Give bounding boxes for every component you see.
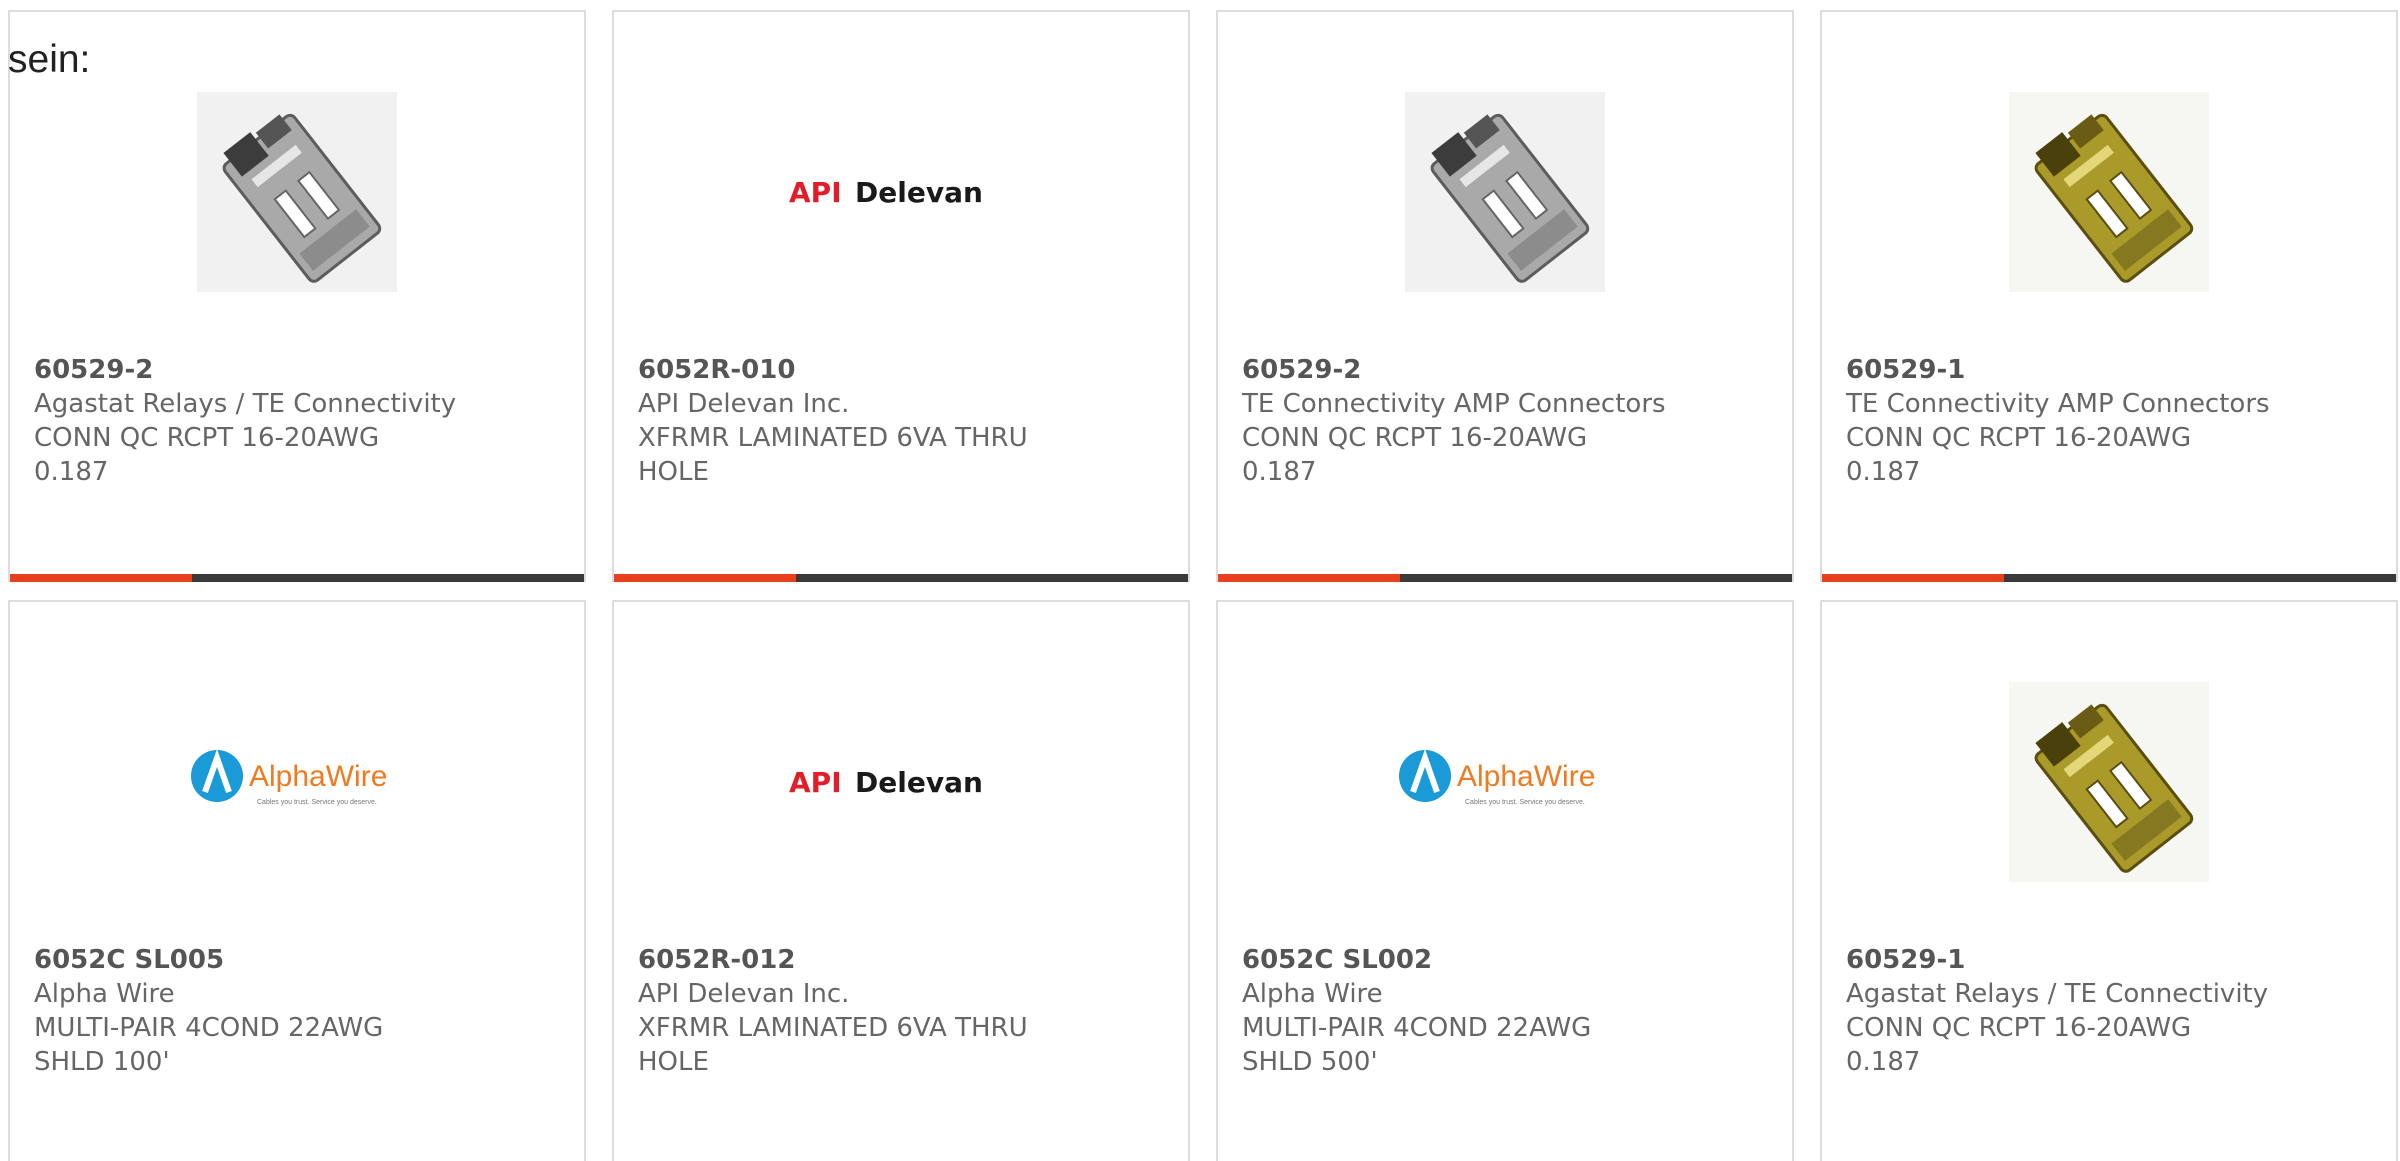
product-card[interactable]: AlphaWire Cables you trust. Service you … <box>1216 600 1794 1161</box>
product-info: 60529-2 Agastat Relays / TE Connectivity… <box>34 353 564 489</box>
logo-alphawire-tagline: Cables you trust. Service you deserve. <box>1465 799 1585 806</box>
manufacturer: Agastat Relays / TE Connectivity <box>1846 979 2269 1009</box>
product-image[interactable] <box>1822 72 2396 312</box>
part-number[interactable]: 6052R-012 <box>638 943 1168 977</box>
logo-alphawire-text: AlphaWire <box>249 760 387 793</box>
product-info: 60529-1 TE Connectivity AMP Connectors C… <box>1846 353 2376 489</box>
description: CONN QC RCPT 16-20AWG 0.187 <box>1242 423 1588 487</box>
product-image[interactable] <box>1218 72 1792 312</box>
product-image[interactable]: AlphaWire Cables you trust. Service you … <box>1218 662 1792 902</box>
description: XFRMR LAMINATED 6VA THRU HOLE <box>638 1013 1028 1077</box>
logo-alphawire-tagline: Cables you trust. Service you deserve. <box>257 799 377 806</box>
product-info: 6052C SL002 Alpha Wire MULTI-PAIR 4COND … <box>1242 943 1772 1079</box>
part-number[interactable]: 60529-1 <box>1846 943 2376 977</box>
description: CONN QC RCPT 16-20AWG 0.187 <box>1846 1013 2192 1077</box>
card-bottom-bar <box>1218 574 1792 582</box>
api-delevan-logo: API Delevan <box>789 766 983 799</box>
api-delevan-logo: API Delevan <box>789 176 983 209</box>
logo-alphawire-text: AlphaWire <box>1457 760 1595 793</box>
product-info: 60529-1 Agastat Relays / TE Connectivity… <box>1846 943 2376 1079</box>
card-bottom-bar <box>10 574 584 582</box>
product-image[interactable] <box>1822 662 2396 902</box>
product-card[interactable]: API Delevan 6052R-012 API Delevan Inc. X… <box>612 600 1190 1161</box>
part-number[interactable]: 60529-2 <box>1242 353 1772 387</box>
product-card[interactable]: AlphaWire Cables you trust. Service you … <box>8 600 586 1161</box>
product-image[interactable]: API Delevan <box>614 662 1188 902</box>
product-image[interactable] <box>10 72 584 312</box>
manufacturer: TE Connectivity AMP Connectors <box>1242 389 1666 419</box>
description: CONN QC RCPT 16-20AWG 0.187 <box>1846 423 2192 487</box>
product-card[interactable]: 60529-1 TE Connectivity AMP Connectors C… <box>1820 10 2398 582</box>
manufacturer: TE Connectivity AMP Connectors <box>1846 389 2270 419</box>
part-number[interactable]: 6052R-010 <box>638 353 1168 387</box>
product-card[interactable]: 60529-2 TE Connectivity AMP Connectors C… <box>1216 10 1794 582</box>
product-info: 6052R-010 API Delevan Inc. XFRMR LAMINAT… <box>638 353 1168 489</box>
manufacturer: Alpha Wire <box>1242 979 1383 1009</box>
manufacturer: API Delevan Inc. <box>638 979 850 1009</box>
alphawire-logo: AlphaWire Cables you trust. Service you … <box>191 748 387 806</box>
product-info: 60529-2 TE Connectivity AMP Connectors C… <box>1242 353 1772 489</box>
product-info: 6052R-012 API Delevan Inc. XFRMR LAMINAT… <box>638 943 1168 1079</box>
brass-connector-icon <box>2009 92 2209 292</box>
logo-api-text: API <box>789 176 842 209</box>
product-grid-page: sein: 60529-2 Agastat Relays / TE Connec… <box>0 0 2400 1161</box>
manufacturer: API Delevan Inc. <box>638 389 850 419</box>
product-card[interactable]: 60529-1 Agastat Relays / TE Connectivity… <box>1820 600 2398 1161</box>
brass-connector-icon <box>2009 682 2209 882</box>
logo-api-text: API <box>789 766 842 799</box>
description: XFRMR LAMINATED 6VA THRU HOLE <box>638 423 1028 487</box>
product-image[interactable]: AlphaWire Cables you trust. Service you … <box>10 662 584 902</box>
product-card[interactable]: 60529-2 Agastat Relays / TE Connectivity… <box>8 10 586 582</box>
card-bottom-bar <box>614 574 1188 582</box>
part-number[interactable]: 6052C SL002 <box>1242 943 1772 977</box>
manufacturer: Alpha Wire <box>34 979 175 1009</box>
silver-connector-icon <box>197 92 397 292</box>
part-number[interactable]: 6052C SL005 <box>34 943 564 977</box>
product-image[interactable]: API Delevan <box>614 72 1188 312</box>
card-bottom-bar <box>1822 574 2396 582</box>
alphawire-logo: AlphaWire Cables you trust. Service you … <box>1399 748 1595 806</box>
silver-connector-icon <box>1405 92 1605 292</box>
description: MULTI-PAIR 4COND 22AWG SHLD 500' <box>1242 1013 1592 1077</box>
description: MULTI-PAIR 4COND 22AWG SHLD 100' <box>34 1013 384 1077</box>
part-number[interactable]: 60529-1 <box>1846 353 2376 387</box>
product-info: 6052C SL005 Alpha Wire MULTI-PAIR 4COND … <box>34 943 564 1079</box>
product-card[interactable]: API Delevan 6052R-010 API Delevan Inc. X… <box>612 10 1190 582</box>
part-number[interactable]: 60529-2 <box>34 353 564 387</box>
logo-delevan-text: Delevan <box>855 766 983 799</box>
logo-delevan-text: Delevan <box>855 176 983 209</box>
lead-text: sein: <box>8 38 91 81</box>
manufacturer: Agastat Relays / TE Connectivity <box>34 389 457 419</box>
description: CONN QC RCPT 16-20AWG 0.187 <box>34 423 380 487</box>
